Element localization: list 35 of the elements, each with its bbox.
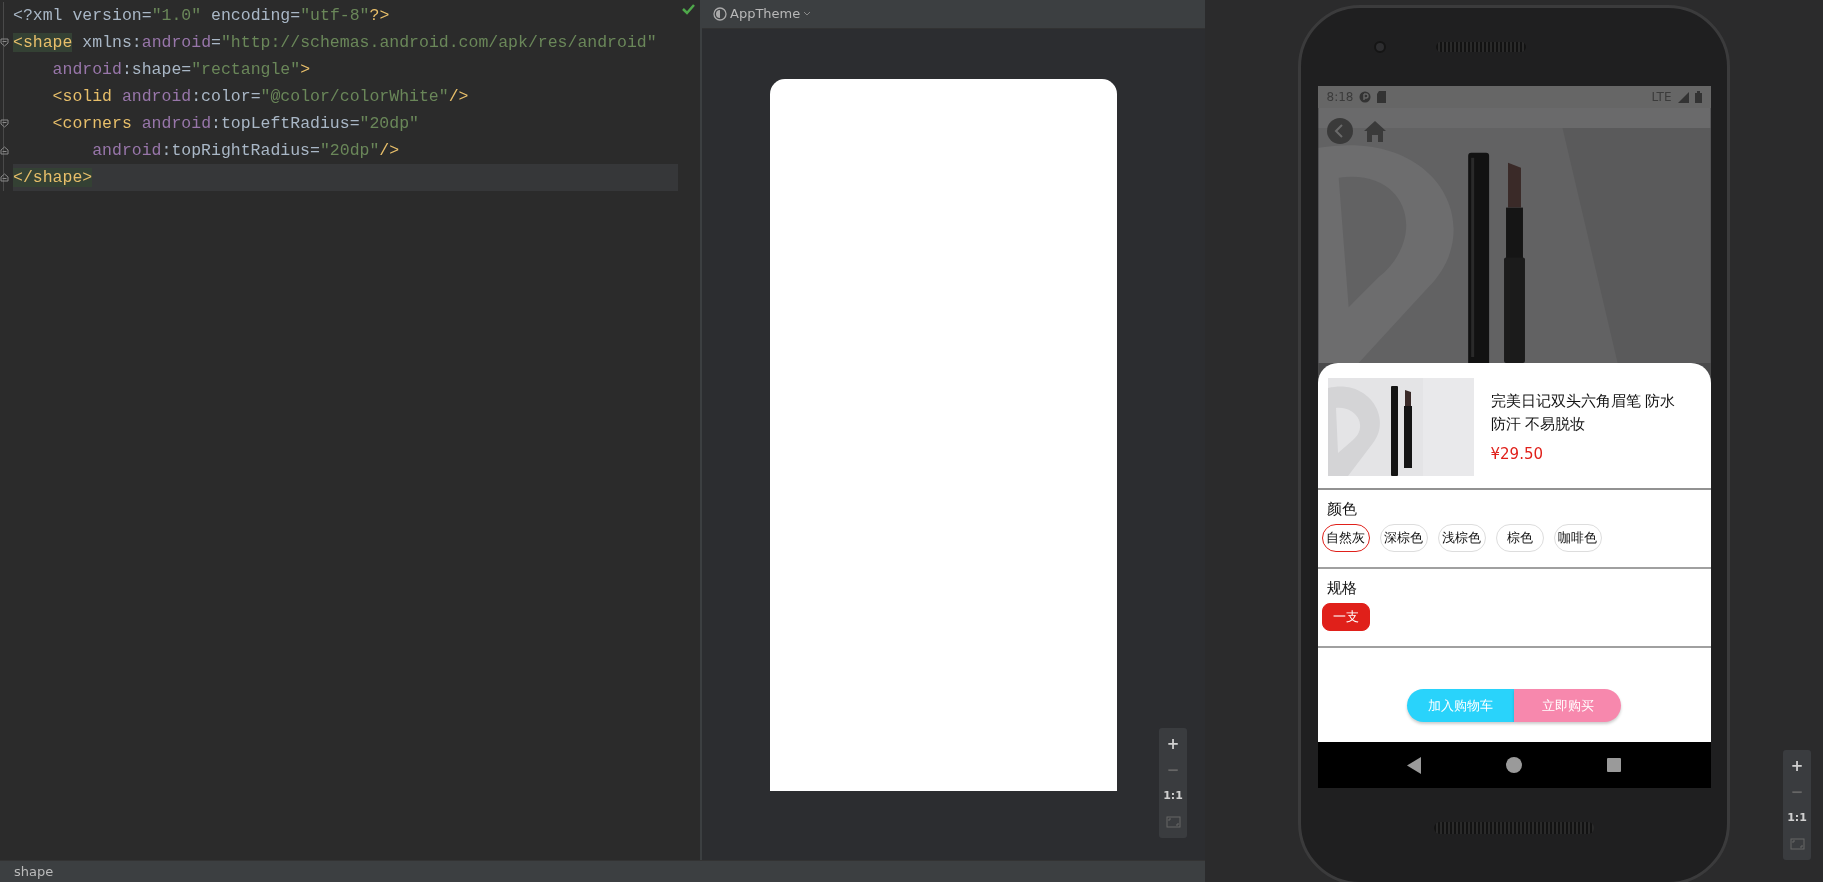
- option-chip[interactable]: 一支: [1321, 603, 1370, 631]
- option-chip[interactable]: 深棕色: [1379, 524, 1428, 552]
- code-line: android:shape="rectangle">: [51, 59, 312, 81]
- zoom-button[interactable]: +: [1788, 754, 1806, 778]
- sd-card-icon: [1377, 91, 1387, 103]
- option-label: 规格: [1326, 578, 1357, 599]
- option-label: 颜色: [1326, 499, 1357, 520]
- option-chip[interactable]: 浅棕色: [1437, 524, 1486, 552]
- fold-icon[interactable]: [0, 173, 9, 182]
- code-line: <shape xmlns:android="http://schemas.android.com/apk/res/android": [13, 32, 658, 54]
- theme-icon: [713, 7, 727, 21]
- code-line: android:topRightRadius="20dp"/>: [91, 140, 401, 162]
- back-icon[interactable]: [1407, 756, 1421, 774]
- product-price: ¥29.50: [1490, 444, 1544, 465]
- signal-icon: [1677, 91, 1689, 103]
- option-chip[interactable]: 棕色: [1495, 524, 1544, 552]
- code-line: <corners android:topLeftRadius="20dp": [51, 113, 420, 135]
- option-chip[interactable]: 自然灰: [1321, 524, 1370, 552]
- camera-icon: [1374, 41, 1386, 53]
- option-chip[interactable]: 咖啡色: [1553, 524, 1602, 552]
- fold-icon[interactable]: [0, 146, 9, 155]
- caret-icon[interactable]: [803, 11, 812, 17]
- product-title: 完美日记双头六角眉笔 防水防汗 不易脱妆: [1490, 391, 1677, 435]
- fold-icon[interactable]: [0, 38, 9, 47]
- zoom-button[interactable]: 1:1: [1161, 784, 1185, 808]
- zoom-button[interactable]: 1:1: [1785, 806, 1809, 830]
- zoom-button[interactable]: +: [1164, 732, 1182, 756]
- battery-icon: [1694, 91, 1702, 103]
- code-line: <solid android:color="@color/colorWhite"/>: [51, 86, 470, 108]
- theme-selector[interactable]: AppTheme: [730, 4, 801, 24]
- fold-icon[interactable]: [0, 119, 9, 128]
- file-type-label: shape: [14, 862, 54, 881]
- home-icon[interactable]: [1506, 757, 1522, 773]
- notification-icon: [1359, 91, 1372, 103]
- code-line: <?xml version="1.0" encoding="utf-8"?>: [13, 5, 391, 27]
